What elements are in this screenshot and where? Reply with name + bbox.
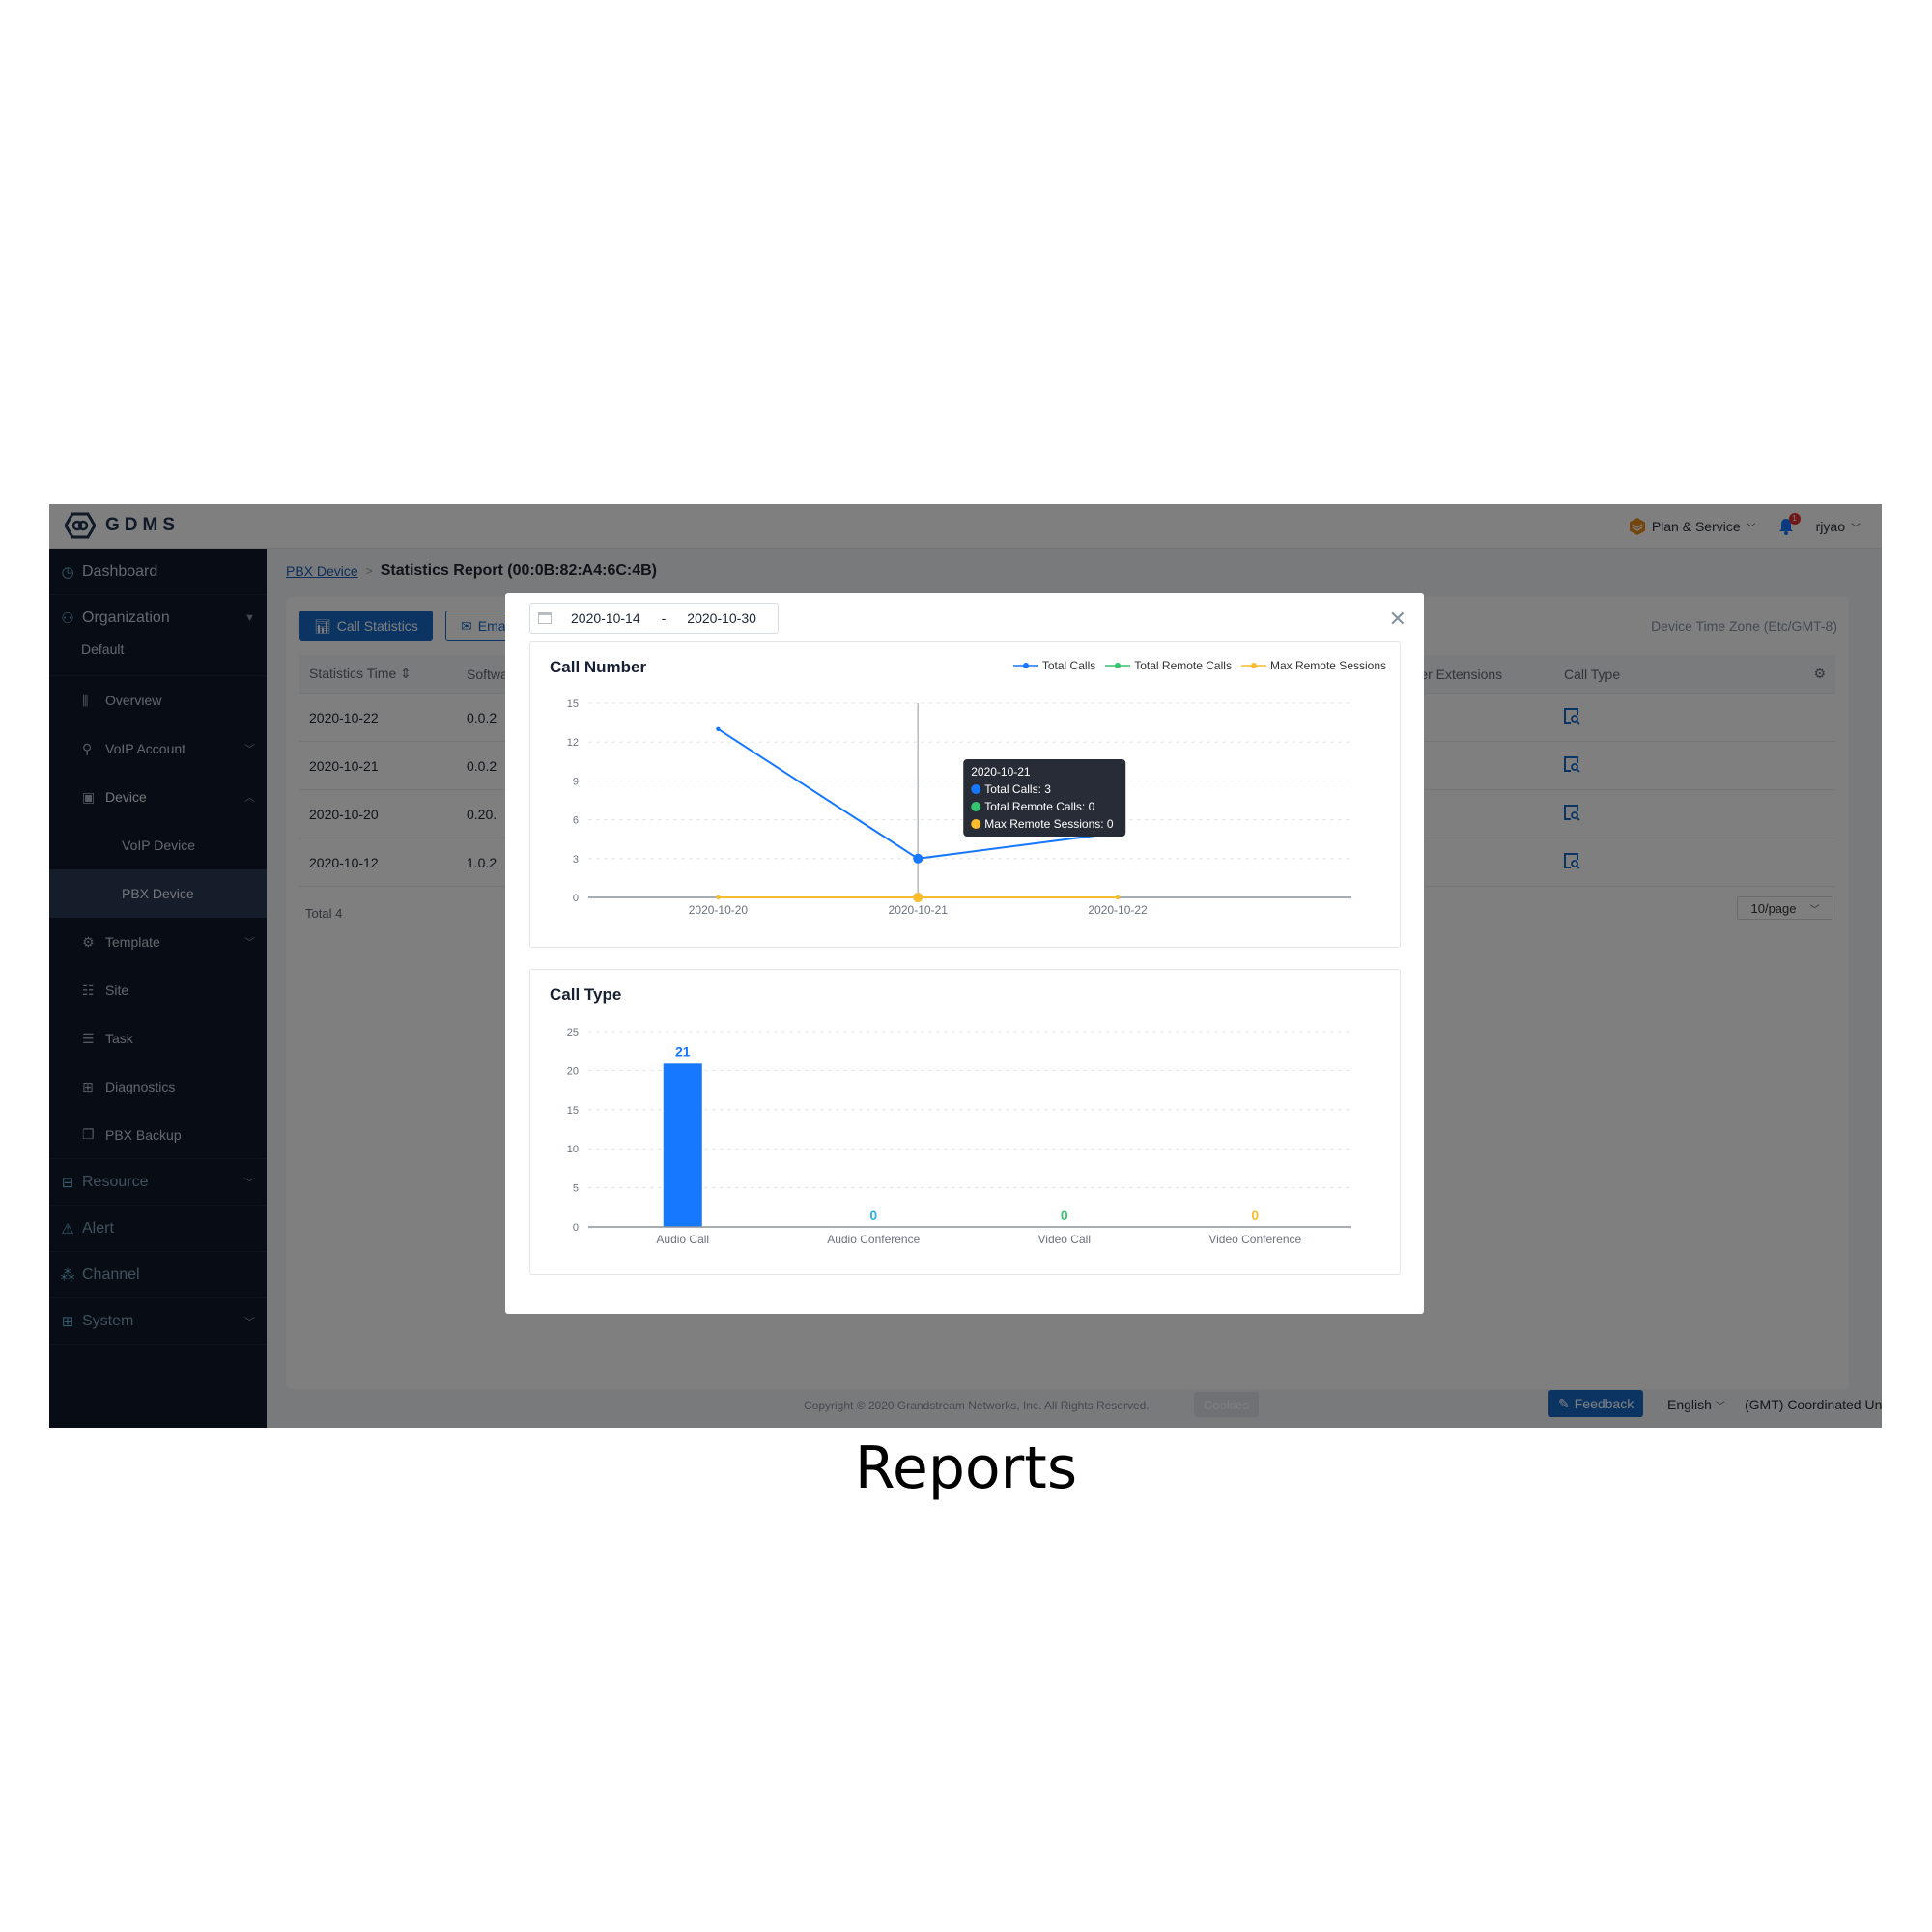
x-tick-label: Audio Conference: [827, 1233, 920, 1246]
tooltip-line: Max Remote Sessions: 0: [984, 817, 1114, 831]
tooltip-line: Total Remote Calls: 0: [984, 800, 1094, 813]
y-tick-label: 5: [573, 1183, 579, 1195]
data-point: [1115, 895, 1121, 900]
data-point: [716, 726, 721, 731]
tooltip-marker: [971, 802, 981, 811]
bar-value-label: 0: [1061, 1208, 1068, 1223]
bar-audio-call: [663, 1063, 702, 1227]
call-number-chart: 0 3 6 9 12 15 2020-10-20 2020-10-21 2020-10-22 20…: [567, 698, 1351, 917]
bar-value-label: 0: [869, 1208, 877, 1223]
y-tick-label: 25: [567, 1027, 579, 1038]
y-tick-label: 6: [573, 815, 579, 827]
y-tick-label: 15: [567, 1105, 579, 1117]
data-point: [913, 893, 923, 902]
gdms-window: GDMS Plan & Service ﹀ 1 rjyao ﹀: [49, 504, 1882, 1428]
data-point: [913, 853, 923, 864]
tooltip-line: Total Calls: 3: [984, 782, 1051, 796]
x-tick-label: 2020-10-22: [1088, 903, 1148, 917]
close-icon[interactable]: ✕: [1389, 609, 1406, 630]
y-tick-label: 0: [573, 1222, 579, 1234]
tooltip-marker: [971, 784, 981, 794]
x-tick-label: Video Conference: [1208, 1233, 1301, 1246]
call-type-panel: Call Type 0 5 10 15 20 25 21 Audio Call 0 Audio C…: [529, 969, 1401, 1275]
call-type-chart: 0 5 10 15 20 25 21 Audio Call 0 Audio Conference 0…: [567, 1027, 1351, 1246]
bar-value-label: 21: [675, 1043, 691, 1059]
y-tick-label: 15: [567, 698, 579, 710]
tooltip-marker: [971, 819, 981, 829]
y-tick-label: 20: [567, 1065, 579, 1077]
calendar-icon: [538, 612, 552, 624]
x-tick-label: 2020-10-21: [889, 903, 949, 917]
tooltip-title: 2020-10-21: [971, 765, 1031, 779]
x-tick-label: 2020-10-20: [689, 903, 749, 917]
caption: Reports: [854, 1435, 1078, 1502]
x-tick-label: Video Call: [1038, 1233, 1091, 1246]
chart-tooltip: 2020-10-21 Total Calls: 3 Total Remote Cal…: [963, 759, 1126, 837]
y-tick-label: 9: [573, 776, 579, 787]
statistics-modal: 2020-10-14 - 2020-10-30 ✕ Call Number To…: [505, 593, 1424, 1314]
x-tick-label: Audio Call: [656, 1233, 709, 1246]
y-tick-label: 10: [567, 1144, 579, 1155]
date-separator: -: [661, 611, 667, 626]
end-date[interactable]: 2020-10-30: [687, 611, 756, 626]
data-point: [716, 895, 721, 900]
y-tick-label: 3: [573, 854, 579, 866]
call-number-panel: Call Number Total Calls Total Remote Cal…: [529, 641, 1401, 948]
y-tick-label: 12: [567, 737, 579, 749]
date-range-picker[interactable]: 2020-10-14 - 2020-10-30: [529, 603, 779, 634]
y-tick-label: 0: [573, 893, 579, 904]
start-date[interactable]: 2020-10-14: [571, 611, 640, 626]
bar-value-label: 0: [1251, 1208, 1259, 1223]
